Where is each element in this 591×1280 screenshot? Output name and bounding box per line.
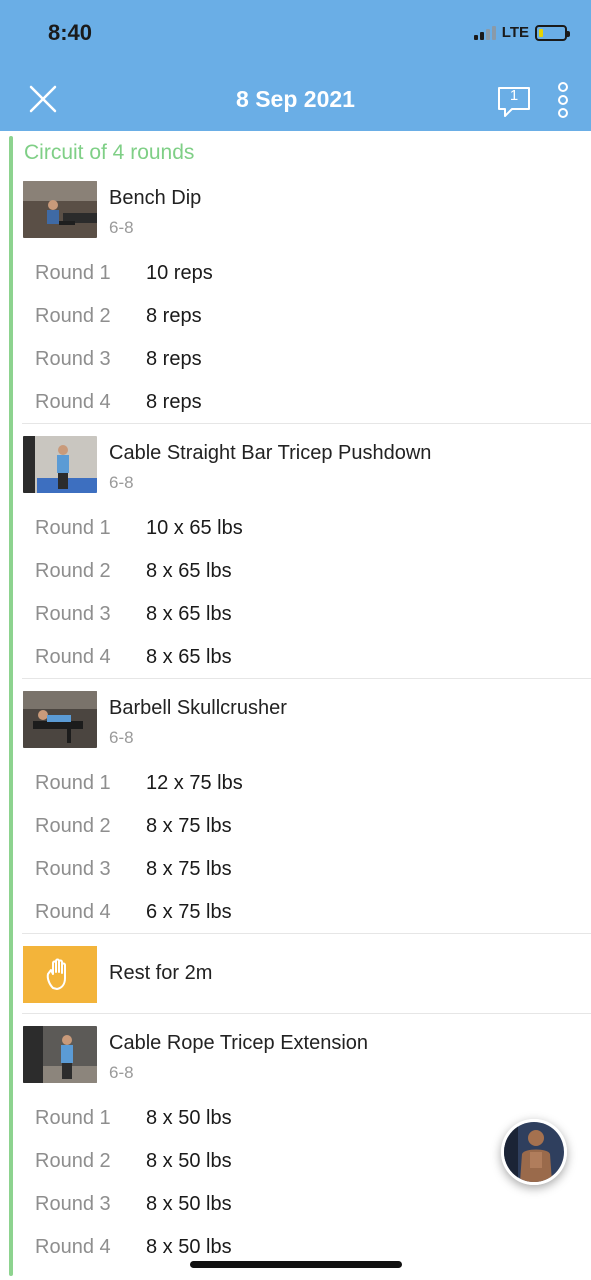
exercise-name: Cable Straight Bar Tricep Pushdown bbox=[109, 442, 432, 464]
more-options-button[interactable] bbox=[556, 82, 570, 118]
round-row[interactable]: Round 4 8 reps bbox=[35, 391, 555, 421]
round-label: Round 2 bbox=[35, 560, 111, 582]
round-label: Round 4 bbox=[35, 391, 111, 413]
round-value: 8 x 50 lbs bbox=[146, 1236, 232, 1258]
round-row[interactable]: Round 4 6 x 75 lbs bbox=[35, 901, 555, 931]
comment-count: 1 bbox=[509, 87, 519, 104]
circuit-indicator bbox=[9, 136, 13, 1276]
exercise-target: 6-8 bbox=[109, 1063, 134, 1082]
exercise-thumbnail bbox=[23, 181, 97, 238]
divider bbox=[22, 423, 591, 424]
comments-button[interactable]: 1 bbox=[496, 85, 532, 119]
round-value: 8 reps bbox=[146, 391, 202, 413]
exercise-thumbnail bbox=[23, 436, 97, 493]
round-value: 10 x 65 lbs bbox=[146, 517, 243, 539]
exercise-target: 6-8 bbox=[109, 218, 134, 237]
round-label: Round 3 bbox=[35, 348, 111, 370]
hand-icon bbox=[46, 958, 66, 990]
rest-label: Rest for 2m bbox=[109, 962, 213, 984]
round-value: 8 reps bbox=[146, 348, 202, 370]
rest-icon-tile bbox=[23, 946, 97, 1003]
round-row[interactable]: Round 1 10 x 65 lbs bbox=[35, 517, 555, 547]
round-value: 8 x 75 lbs bbox=[146, 815, 232, 837]
round-label: Round 4 bbox=[35, 646, 111, 668]
round-value: 8 x 50 lbs bbox=[146, 1107, 232, 1129]
round-label: Round 3 bbox=[35, 1193, 111, 1215]
round-row[interactable]: Round 3 8 x 50 lbs bbox=[35, 1193, 555, 1223]
round-label: Round 4 bbox=[35, 1236, 111, 1258]
exercise-name: Cable Rope Tricep Extension bbox=[109, 1032, 369, 1054]
round-value: 8 x 65 lbs bbox=[146, 603, 232, 625]
divider bbox=[22, 678, 591, 679]
round-value: 8 x 75 lbs bbox=[146, 858, 232, 880]
round-value: 10 reps bbox=[146, 262, 213, 284]
divider bbox=[22, 933, 591, 934]
more-vertical-icon bbox=[558, 82, 568, 118]
round-row[interactable]: Round 4 8 x 65 lbs bbox=[35, 646, 555, 676]
round-label: Round 1 bbox=[35, 772, 111, 794]
round-value: 8 x 65 lbs bbox=[146, 646, 232, 668]
round-label: Round 1 bbox=[35, 517, 111, 539]
round-label: Round 3 bbox=[35, 603, 111, 625]
round-row[interactable]: Round 1 8 x 50 lbs bbox=[35, 1107, 555, 1137]
exercise-thumbnail bbox=[23, 691, 97, 748]
home-indicator bbox=[190, 1261, 402, 1268]
round-label: Round 2 bbox=[35, 305, 111, 327]
round-value: 12 x 75 lbs bbox=[146, 772, 243, 794]
round-label: Round 1 bbox=[35, 262, 111, 284]
round-label: Round 2 bbox=[35, 1150, 111, 1172]
exercise-target: 6-8 bbox=[109, 728, 134, 747]
divider bbox=[22, 1013, 591, 1014]
round-row[interactable]: Round 2 8 reps bbox=[35, 305, 555, 335]
circuit-title: Circuit of 4 rounds bbox=[24, 141, 195, 164]
exercise-name: Barbell Skullcrusher bbox=[109, 697, 287, 719]
round-row[interactable]: Round 2 8 x 75 lbs bbox=[35, 815, 555, 845]
round-value: 8 reps bbox=[146, 305, 202, 327]
round-row[interactable]: Round 1 10 reps bbox=[35, 262, 555, 292]
round-value: 6 x 75 lbs bbox=[146, 901, 232, 923]
network-label: LTE bbox=[501, 24, 529, 41]
round-label: Round 2 bbox=[35, 815, 111, 837]
round-value: 8 x 50 lbs bbox=[146, 1193, 232, 1215]
round-label: Round 3 bbox=[35, 858, 111, 880]
round-label: Round 1 bbox=[35, 1107, 111, 1129]
status-time: 8:40 bbox=[48, 20, 93, 45]
exercise-target: 6-8 bbox=[109, 473, 134, 492]
signal-icon bbox=[473, 25, 496, 40]
round-value: 8 x 50 lbs bbox=[146, 1150, 232, 1172]
top-bar: 8:40 LTE 8 Sep 2021 1 bbox=[0, 0, 591, 131]
round-row[interactable]: Round 2 8 x 65 lbs bbox=[35, 560, 555, 590]
round-row[interactable]: Round 3 8 x 65 lbs bbox=[35, 603, 555, 633]
round-label: Round 4 bbox=[35, 901, 111, 923]
coach-avatar[interactable] bbox=[501, 1119, 567, 1185]
status-indicators: LTE bbox=[473, 24, 570, 41]
exercise-name: Bench Dip bbox=[109, 187, 202, 209]
round-row[interactable]: Round 2 8 x 50 lbs bbox=[35, 1150, 555, 1180]
battery-icon bbox=[535, 24, 570, 41]
round-value: 8 x 65 lbs bbox=[146, 560, 232, 582]
round-row[interactable]: Round 1 12 x 75 lbs bbox=[35, 772, 555, 802]
round-row[interactable]: Round 3 8 x 75 lbs bbox=[35, 858, 555, 888]
exercise-thumbnail bbox=[23, 1026, 97, 1083]
round-row[interactable]: Round 3 8 reps bbox=[35, 348, 555, 378]
workout-content: Circuit of 4 rounds Bench Dip 6-8 Round … bbox=[0, 131, 591, 1280]
